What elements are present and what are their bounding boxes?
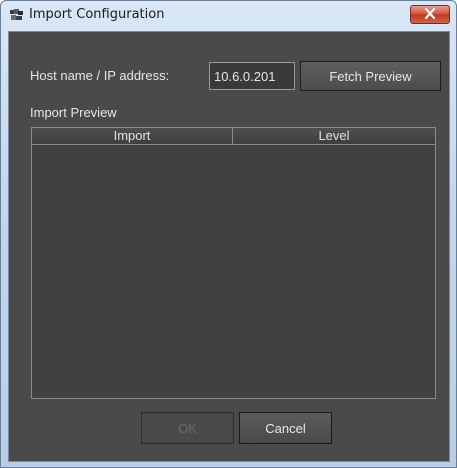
host-label: Host name / IP address: <box>30 68 170 83</box>
cancel-button[interactable]: Cancel <box>239 412 332 444</box>
host-input[interactable] <box>209 62 295 90</box>
title-bar: Import Configuration <box>1 1 456 31</box>
fetch-preview-button[interactable]: Fetch Preview <box>300 61 441 91</box>
column-header-level[interactable]: Level <box>233 128 435 144</box>
close-icon <box>424 7 436 22</box>
ok-button[interactable]: OK <box>141 412 234 444</box>
column-header-import[interactable]: Import <box>32 128 233 144</box>
table-header: Import Level <box>32 128 435 145</box>
dialog-body: Host name / IP address: Fetch Preview Im… <box>8 31 450 462</box>
window-title: Import Configuration <box>29 7 165 22</box>
import-preview-label: Import Preview <box>30 105 117 120</box>
app-icon <box>9 8 25 22</box>
import-configuration-window: Import Configuration Host name / IP addr… <box>0 0 457 468</box>
close-button[interactable] <box>410 5 450 24</box>
import-preview-table[interactable]: Import Level <box>31 127 436 399</box>
